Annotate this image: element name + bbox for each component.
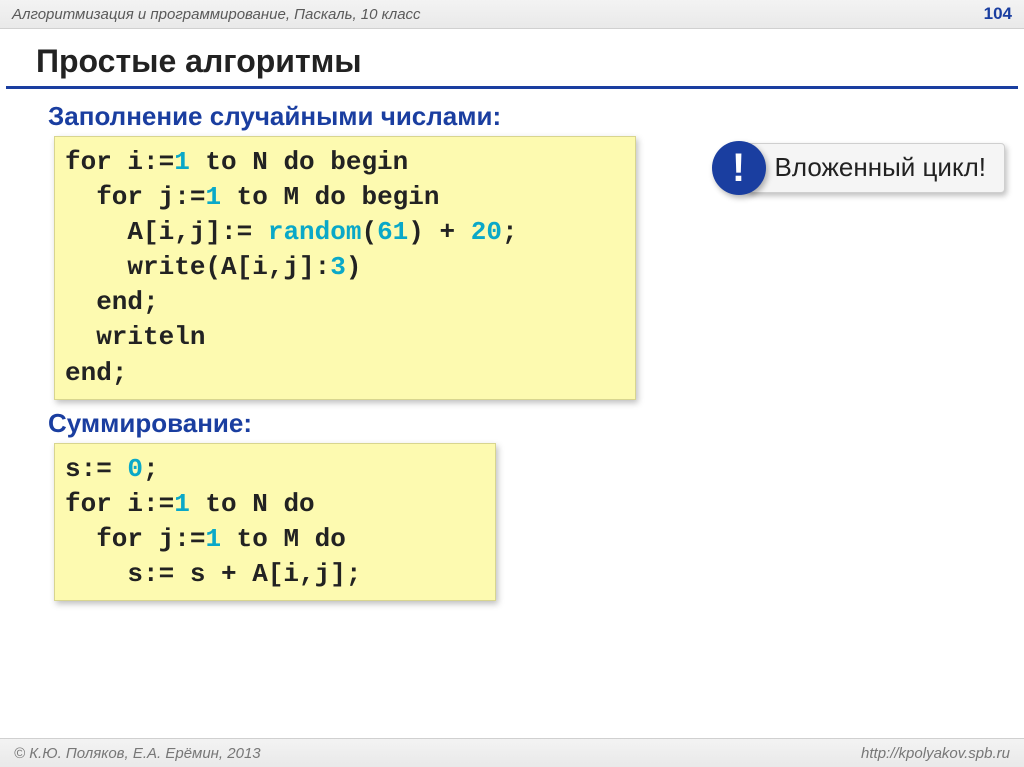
code-text: to N do	[190, 489, 315, 519]
code-call: random	[268, 217, 362, 247]
code-text: ) +	[408, 217, 470, 247]
footer-url: http://kpolyakov.spb.ru	[861, 745, 1010, 762]
code-number: 61	[377, 217, 408, 247]
code-text: to N do begin	[190, 147, 408, 177]
section-heading-sum: Суммирование:	[48, 408, 1024, 439]
page-number: 104	[984, 4, 1012, 24]
code-number: 1	[174, 489, 190, 519]
section-heading-fill: Заполнение случайными числами:	[48, 101, 1024, 132]
page-title: Простые алгоритмы	[6, 29, 1018, 89]
code-text: s:= s + A[i,j];	[65, 559, 361, 589]
code-text: end;	[65, 287, 159, 317]
code-text: for j:=	[65, 182, 205, 212]
code-text: ;	[502, 217, 518, 247]
exclamation-icon: !	[712, 141, 766, 195]
code-text: to M do begin	[221, 182, 439, 212]
copyright: © К.Ю. Поляков, Е.А. Ерёмин, 2013	[14, 745, 261, 762]
code-number: 0	[127, 454, 143, 484]
content-area: Заполнение случайными числами: for i:=1 …	[0, 89, 1024, 601]
callout: ! Вложенный цикл!	[712, 141, 1005, 195]
code-block-sum: s:= 0; for i:=1 to N do for j:=1 to M do…	[54, 443, 496, 601]
callout-text: Вложенный цикл!	[746, 143, 1005, 192]
code-text: s:=	[65, 454, 127, 484]
code-text: )	[346, 252, 362, 282]
breadcrumb: Алгоритмизация и программирование, Паска…	[12, 6, 421, 23]
top-bar: Алгоритмизация и программирование, Паска…	[0, 0, 1024, 29]
code-block-fill: for i:=1 to N do begin for j:=1 to M do …	[54, 136, 636, 400]
code-number: 1	[205, 182, 221, 212]
code-number: 1	[174, 147, 190, 177]
code-text: for i:=	[65, 147, 174, 177]
code-text: for i:=	[65, 489, 174, 519]
code-text: writeln	[65, 322, 205, 352]
code-text: for j:=	[65, 524, 205, 554]
code-text: write(A[i,j]:	[65, 252, 330, 282]
code-number: 3	[330, 252, 346, 282]
footer-bar: © К.Ю. Поляков, Е.А. Ерёмин, 2013 http:/…	[0, 738, 1024, 767]
code-text: to M do	[221, 524, 346, 554]
code-number: 1	[205, 524, 221, 554]
code-text: ;	[143, 454, 159, 484]
code-text: (	[361, 217, 377, 247]
code-text: end;	[65, 358, 127, 388]
code-number: 20	[471, 217, 502, 247]
code-text: A[i,j]:=	[65, 217, 268, 247]
